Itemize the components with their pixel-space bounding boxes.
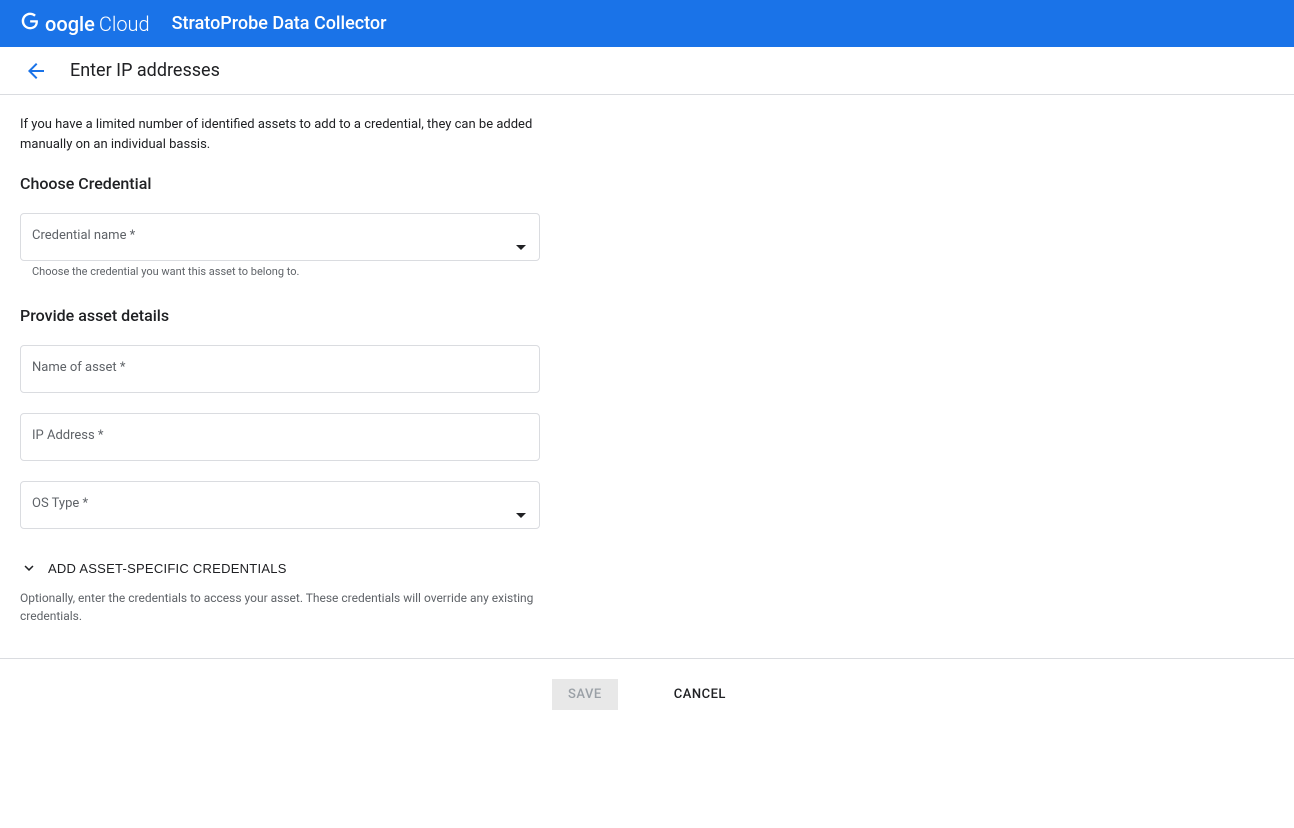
logo-text-cloud: Cloud <box>99 12 150 36</box>
choose-credential-title: Choose Credential <box>20 174 540 193</box>
arrow-back-icon <box>24 59 48 83</box>
save-button[interactable]: SAVE <box>552 679 618 710</box>
os-type-field: OS Type * <box>20 481 540 529</box>
add-asset-credentials-toggle[interactable]: ADD ASSET-SPECIFIC CREDENTIALS <box>20 559 287 577</box>
logo-text-google: oogle <box>45 12 95 36</box>
intro-text: If you have a limited number of identifi… <box>20 115 540 154</box>
action-footer: SAVE CANCEL <box>0 658 1294 828</box>
asset-details-title: Provide asset details <box>20 306 540 325</box>
main-content: If you have a limited number of identifi… <box>0 95 560 645</box>
credential-name-field: Credential name * Choose the credential … <box>20 213 540 278</box>
expand-description: Optionally, enter the credentials to acc… <box>20 589 540 625</box>
asset-name-input[interactable] <box>20 345 540 393</box>
cancel-button[interactable]: CANCEL <box>658 679 742 710</box>
asset-name-field: Name of asset * <box>20 345 540 393</box>
asset-credentials-section: ADD ASSET-SPECIFIC CREDENTIALS Optionall… <box>20 559 540 625</box>
google-cloud-logo: oogle Cloud <box>20 11 150 36</box>
credential-helper-text: Choose the credential you want this asse… <box>32 265 540 278</box>
ip-address-field: IP Address * <box>20 413 540 461</box>
product-title: StratoProbe Data Collector <box>172 13 387 34</box>
ip-address-input[interactable] <box>20 413 540 461</box>
page-subheader: Enter IP addresses <box>0 47 1294 95</box>
expand-toggle-label: ADD ASSET-SPECIFIC CREDENTIALS <box>48 561 287 576</box>
app-header: oogle Cloud StratoProbe Data Collector <box>0 0 1294 47</box>
credential-name-select[interactable] <box>20 213 540 261</box>
back-button[interactable] <box>20 55 52 87</box>
page-title: Enter IP addresses <box>70 60 220 81</box>
chevron-down-icon <box>20 559 38 577</box>
os-type-select[interactable] <box>20 481 540 529</box>
google-g-icon <box>20 11 40 31</box>
